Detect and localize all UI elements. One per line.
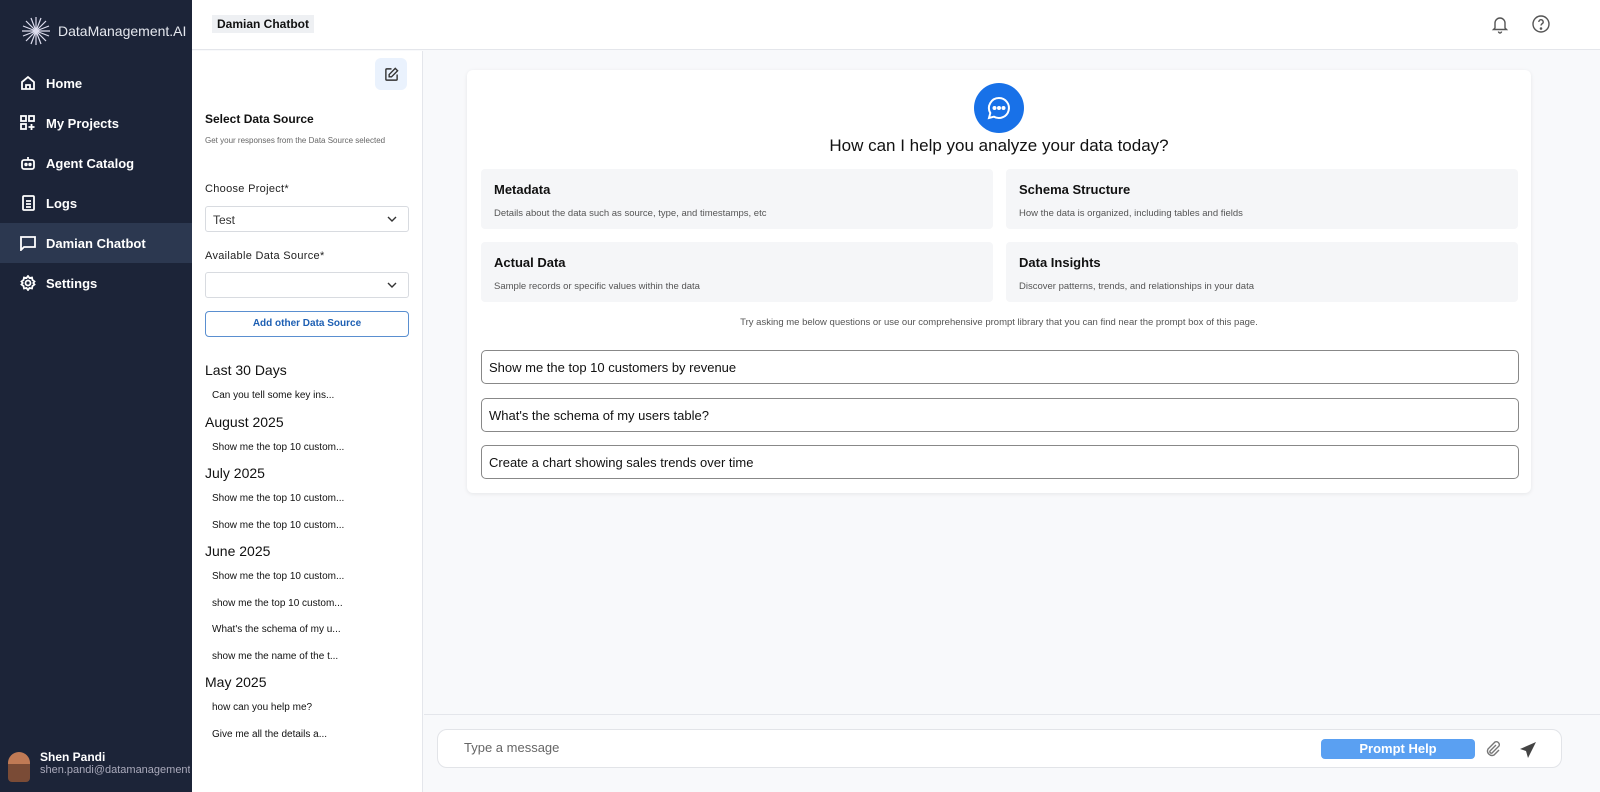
paperclip-icon[interactable] bbox=[1484, 740, 1502, 758]
tile-desc: Discover patterns, trends, and relations… bbox=[1019, 281, 1254, 292]
history-item[interactable]: Can you tell some key ins... bbox=[212, 390, 334, 401]
project-select[interactable]: Test bbox=[205, 206, 409, 232]
add-data-source-button[interactable]: Add other Data Source bbox=[205, 311, 409, 337]
panel-subtitle: Get your responses from the Data Source … bbox=[205, 136, 386, 145]
user-name: Shen Pandi bbox=[40, 750, 106, 764]
nav-agent-catalog[interactable]: Agent Catalog bbox=[0, 143, 192, 183]
history-group-heading: June 2025 bbox=[205, 543, 271, 559]
welcome-card: How can I help you analyze your data tod… bbox=[467, 70, 1531, 493]
project-label: Choose Project* bbox=[205, 183, 289, 195]
gear-icon bbox=[20, 275, 36, 291]
projects-icon bbox=[20, 115, 35, 130]
new-chat-button[interactable] bbox=[375, 58, 407, 90]
chat-history-panel: Select Data Source Get your responses fr… bbox=[192, 51, 423, 792]
composer: Prompt Help bbox=[437, 729, 1562, 768]
help-icon[interactable] bbox=[1531, 14, 1551, 34]
nav-label: Agent Catalog bbox=[46, 155, 135, 171]
starburst-logo-icon bbox=[22, 17, 50, 45]
tile-data-insights[interactable]: Data Insights Discover patterns, trends, … bbox=[1006, 242, 1518, 302]
tile-title: Actual Data bbox=[494, 255, 566, 270]
user-email: shen.pandi@datamanagement.ai bbox=[40, 764, 190, 776]
tile-desc: Sample records or specific values within… bbox=[494, 281, 700, 292]
nav-damian-chatbot[interactable]: Damian Chatbot bbox=[0, 223, 192, 263]
tile-desc: How the data is organized, including tab… bbox=[1019, 208, 1243, 219]
hint-text: Try asking me below questions or use our… bbox=[740, 317, 1258, 328]
send-icon[interactable] bbox=[1518, 740, 1538, 760]
history-item[interactable]: Show me the top 10 custom... bbox=[212, 571, 344, 582]
history-item[interactable]: Show me the top 10 custom... bbox=[212, 442, 344, 453]
nav-logs[interactable]: Logs bbox=[0, 183, 192, 223]
suggestion-button[interactable]: Create a chart showing sales trends over… bbox=[481, 445, 1519, 479]
tile-actual-data[interactable]: Actual Data Sample records or specific va… bbox=[481, 242, 993, 302]
chat-icon bbox=[20, 236, 36, 251]
project-value: Test bbox=[213, 213, 236, 227]
suggestion-button[interactable]: What's the schema of my users table? bbox=[481, 398, 1519, 432]
chatbot-icon bbox=[974, 83, 1024, 133]
history-item[interactable]: show me the name of the t... bbox=[212, 651, 338, 662]
welcome-title: How can I help you analyze your data tod… bbox=[829, 136, 1169, 155]
message-input[interactable] bbox=[464, 740, 1264, 755]
tile-metadata[interactable]: Metadata Details about the data such as s… bbox=[481, 169, 993, 229]
suggestion-button[interactable]: Show me the top 10 customers by revenue bbox=[481, 350, 1519, 384]
robot-icon bbox=[21, 157, 35, 170]
tile-title: Metadata bbox=[494, 182, 551, 197]
nav-my-projects[interactable]: My Projects bbox=[0, 103, 192, 143]
bell-icon[interactable] bbox=[1490, 14, 1510, 34]
home-icon bbox=[21, 75, 35, 90]
chevron-down-icon bbox=[387, 216, 397, 222]
nav: Home My Projects Agent Catalog Logs Dami… bbox=[0, 63, 192, 303]
data-source-select[interactable] bbox=[205, 272, 409, 298]
panel-title: Select Data Source bbox=[205, 112, 314, 126]
nav-settings[interactable]: Settings bbox=[0, 263, 192, 303]
chevron-down-icon bbox=[387, 282, 397, 288]
tile-schema-structure[interactable]: Schema Structure How the data is organize… bbox=[1006, 169, 1518, 229]
history-item[interactable]: Give me all the details a... bbox=[212, 729, 327, 740]
history-group-heading: August 2025 bbox=[205, 413, 284, 430]
history-group-heading: May 2025 bbox=[205, 674, 267, 690]
avatar bbox=[8, 752, 30, 782]
nav-label: My Projects bbox=[46, 115, 119, 131]
logo[interactable]: DataManagement.AI bbox=[20, 15, 186, 47]
tile-desc: Details about the data such as source, t… bbox=[494, 208, 767, 219]
history-group-heading: July 2025 bbox=[205, 465, 265, 481]
composer-bar: Prompt Help bbox=[424, 714, 1600, 792]
nav-label: Damian Chatbot bbox=[46, 235, 146, 251]
history-group-heading: Last 30 Days bbox=[205, 362, 287, 378]
history-item[interactable]: show me the top 10 custom... bbox=[212, 598, 343, 609]
logs-icon bbox=[22, 195, 35, 211]
nav-label: Home bbox=[46, 75, 83, 91]
page-title: Damian Chatbot bbox=[212, 15, 315, 33]
header: Damian Chatbot bbox=[192, 0, 1600, 50]
user-profile[interactable]: Shen Pandi shen.pandi@datamanagement.ai bbox=[8, 750, 190, 782]
brand-name: DataManagement.AI bbox=[58, 23, 187, 39]
source-label: Available Data Source* bbox=[205, 250, 325, 262]
nav-label: Settings bbox=[46, 275, 98, 291]
edit-icon bbox=[384, 66, 399, 81]
history-item[interactable]: Show me the top 10 custom... bbox=[212, 493, 344, 504]
nav-home[interactable]: Home bbox=[0, 63, 192, 103]
nav-label: Logs bbox=[46, 195, 78, 211]
tile-title: Schema Structure bbox=[1019, 182, 1131, 197]
history-item[interactable]: What's the schema of my u... bbox=[212, 624, 341, 635]
prompt-help-button[interactable]: Prompt Help bbox=[1321, 739, 1475, 759]
history-item[interactable]: Show me the top 10 custom... bbox=[212, 520, 344, 531]
history-item[interactable]: how can you help me? bbox=[212, 702, 312, 713]
tile-title: Data Insights bbox=[1019, 255, 1101, 270]
sidebar: DataManagement.AI Home My Projects Agent… bbox=[0, 0, 192, 792]
